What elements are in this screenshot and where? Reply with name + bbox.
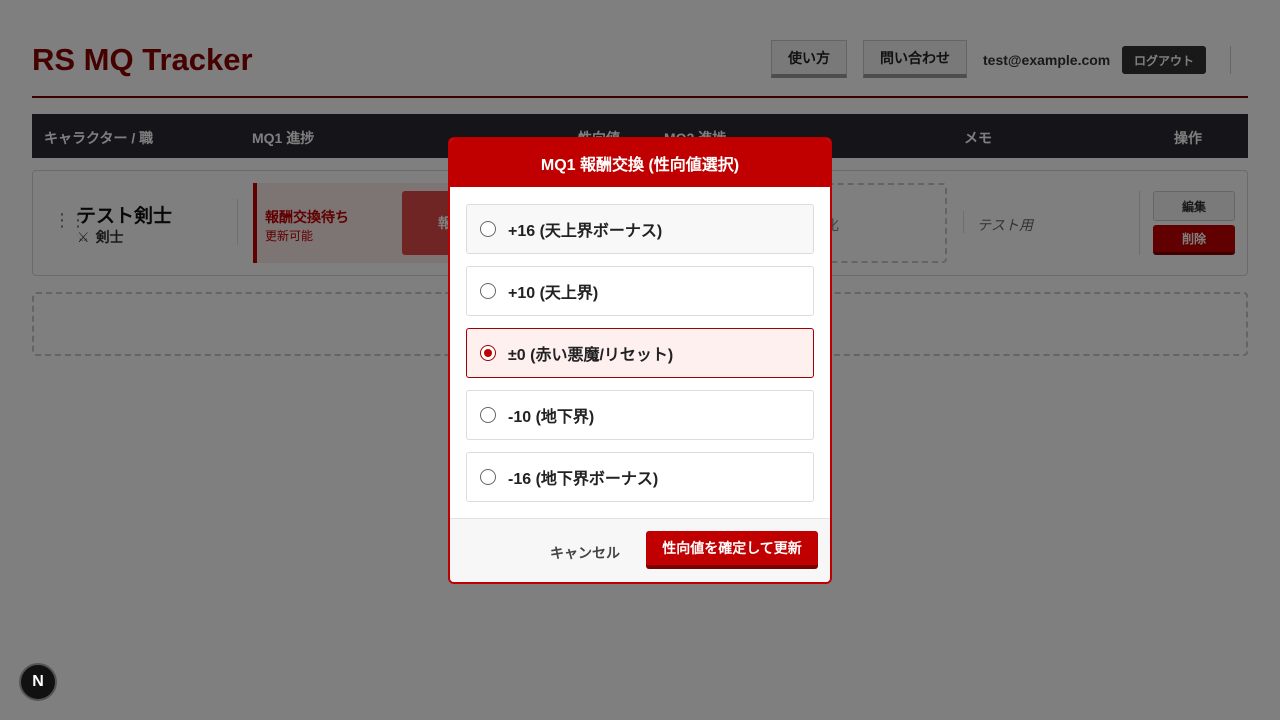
option-label: +10 (天上界): [508, 285, 599, 302]
radio-button[interactable]: [480, 283, 496, 299]
confirm-button[interactable]: 性向値を確定して更新: [646, 531, 818, 569]
radio-button-checked[interactable]: [480, 345, 496, 361]
option-label: -10 (地下界): [508, 409, 595, 426]
option-minus16[interactable]: -16 (地下界ボーナス): [466, 452, 814, 502]
radio-button[interactable]: [480, 221, 496, 237]
option-label: ±0 (赤い悪魔/リセット): [508, 347, 674, 364]
option-minus10[interactable]: -10 (地下界): [466, 390, 814, 440]
option-plus16[interactable]: +16 (天上界ボーナス): [466, 204, 814, 254]
radio-button[interactable]: [480, 469, 496, 485]
alignment-select-modal: MQ1 報酬交換 (性向値選択) +16 (天上界ボーナス) +10 (天上界)…: [448, 137, 832, 584]
option-plus10[interactable]: +10 (天上界): [466, 266, 814, 316]
option-label: +16 (天上界ボーナス): [508, 223, 663, 240]
modal-title: MQ1 報酬交換 (性向値選択): [450, 139, 830, 187]
cancel-button[interactable]: キャンセル: [550, 543, 620, 563]
radio-button[interactable]: [480, 407, 496, 423]
option-label: -16 (地下界ボーナス): [508, 471, 659, 488]
modal-footer: キャンセル 性向値を確定して更新: [450, 518, 830, 582]
dev-tools-badge[interactable]: N: [19, 663, 57, 701]
option-zero[interactable]: ±0 (赤い悪魔/リセット): [466, 328, 814, 378]
